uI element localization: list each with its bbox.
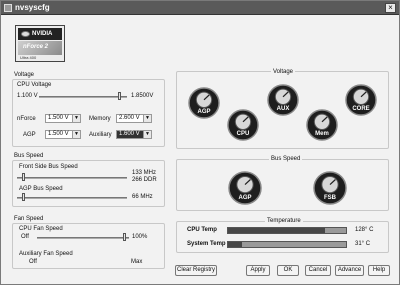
cpu-voltage-min: 1.100 V <box>17 93 38 99</box>
nforce-voltage-label: nForce <box>17 116 36 122</box>
voltage-gauges-title: Voltage <box>271 69 296 75</box>
title-bar[interactable]: nvsyscfg × <box>1 1 399 15</box>
bus-gauge-agp-label: AGP <box>238 194 252 201</box>
nvidia-logo: NVIDIA nForce 2 Ultra 400 <box>15 25 65 62</box>
aux-fan-max: Max <box>131 259 143 265</box>
cpu-fan-speed-label: CPU Fan Speed <box>19 226 63 232</box>
fsb-speed-slider[interactable] <box>22 173 26 181</box>
logo-brand: NVIDIA <box>32 31 53 37</box>
agp-bus-speed-slider[interactable] <box>22 193 26 201</box>
advance-button[interactable]: Advance <box>335 265 364 276</box>
nforce-voltage-select[interactable]: 1.500 V ▼ <box>45 114 81 123</box>
agp-bus-speed-label: AGP Bus Speed <box>19 186 63 192</box>
system-temp-bar <box>227 241 347 248</box>
bus-gauge-fsb: FSB <box>313 171 347 205</box>
cpu-voltage-label: CPU Voltage <box>17 82 52 88</box>
agp-voltage-select[interactable]: 1.500 V ▼ <box>45 130 81 139</box>
aux-fan-speed-label: Auxiliary Fan Speed <box>19 251 73 257</box>
cpu-fan-min: Off <box>21 234 29 240</box>
voltage-gauge-agp: AGP <box>188 87 220 119</box>
cpu-temp-bar-fill <box>228 228 325 233</box>
voltage-gauge-mem-label: Mem <box>315 131 329 138</box>
fsb-speed-track <box>17 177 127 179</box>
memory-voltage-select[interactable]: 2.600 V ▼ <box>116 114 152 123</box>
nforce-voltage-value: 1.500 V <box>48 115 69 121</box>
agp-voltage-value: 1.500 V <box>48 131 69 137</box>
aux-fan-min: Off <box>29 259 37 265</box>
memory-voltage-value: 2.600 V <box>119 115 140 121</box>
chevron-down-icon[interactable]: ▼ <box>143 131 151 138</box>
bus-gauges-title: Bus Speed <box>269 156 303 162</box>
system-temp-bar-fill <box>228 242 243 247</box>
auxiliary-voltage-select[interactable]: 1.600 V ▼ <box>116 130 152 139</box>
auxiliary-voltage-label: Auxiliary <box>89 132 112 138</box>
chevron-down-icon[interactable]: ▼ <box>143 115 151 122</box>
voltage-gauge-core: CORE <box>345 84 377 116</box>
logo-product: nForce 2 <box>23 44 49 50</box>
clear-registry-button[interactable]: Clear Registry <box>175 265 217 276</box>
cpu-temp-bar <box>227 227 347 234</box>
cpu-voltage-max: 1.8500V <box>131 93 154 99</box>
bus-gauges-panel <box>176 159 389 211</box>
system-temp-value: 31° C <box>355 241 371 247</box>
close-icon: × <box>388 3 393 12</box>
cpu-fan-track <box>37 237 129 239</box>
temperature-title: Temperature <box>265 218 303 224</box>
chevron-down-icon[interactable]: ▼ <box>72 131 80 138</box>
voltage-gauge-agp-label: AGP <box>197 109 211 116</box>
voltage-gauge-aux: AUX <box>267 84 299 116</box>
cpu-fan-slider[interactable] <box>123 233 127 241</box>
voltage-gauge-aux-label: AUX <box>276 106 290 113</box>
fsb-ddr-value: 266 DDR <box>132 177 157 183</box>
auxiliary-voltage-value: 1.600 V <box>119 131 140 137</box>
bus-gauge-fsb-label: FSB <box>324 194 336 201</box>
cpu-temp-label: CPU Temp <box>187 227 217 233</box>
system-temp-label: System Temp <box>187 241 226 247</box>
voltage-gauge-cpu-label: CPU <box>236 131 250 138</box>
cpu-fan-max: 100% <box>132 234 148 240</box>
window-title: nvsyscfg <box>15 3 50 12</box>
close-button[interactable]: × <box>385 3 396 13</box>
temperature-panel <box>176 221 389 253</box>
cpu-temp-value: 128° C <box>355 227 374 233</box>
fsb-speed-label: Front Side Bus Speed <box>19 164 78 170</box>
nvidia-eye-icon <box>21 31 30 37</box>
ok-button[interactable]: OK <box>277 265 299 276</box>
memory-voltage-label: Memory <box>89 116 111 122</box>
cpu-voltage-track <box>39 96 127 98</box>
cpu-voltage-slider[interactable] <box>118 92 122 100</box>
app-window: nvsyscfg × NVIDIA nForce 2 Ultra 400 Vol… <box>0 0 400 285</box>
agp-voltage-label: AGP <box>23 132 36 138</box>
apply-button[interactable]: Apply <box>246 265 270 276</box>
fan-speed-section-label: Fan Speed <box>14 216 44 222</box>
logo-header: NVIDIA <box>18 28 62 40</box>
voltage-gauge-cpu: CPU <box>227 109 259 141</box>
logo-product-band: nForce 2 <box>18 41 62 55</box>
bus-speed-section-label: Bus Speed <box>14 153 44 159</box>
help-button[interactable]: Help <box>368 265 390 276</box>
chevron-down-icon[interactable]: ▼ <box>72 115 80 122</box>
voltage-gauge-core-label: CORE <box>352 106 370 113</box>
fsb-speed-value: 133 MHz <box>132 170 157 176</box>
voltage-section-label: Voltage <box>14 72 35 78</box>
app-icon <box>4 4 12 12</box>
logo-edition: Ultra 400 <box>20 55 37 60</box>
voltage-gauge-mem: Mem <box>306 109 338 141</box>
agp-bus-speed-track <box>17 197 127 199</box>
bus-gauge-agp: AGP <box>228 171 262 205</box>
cancel-button[interactable]: Cancel <box>305 265 331 276</box>
agp-bus-speed-value: 66 MHz <box>132 194 153 200</box>
